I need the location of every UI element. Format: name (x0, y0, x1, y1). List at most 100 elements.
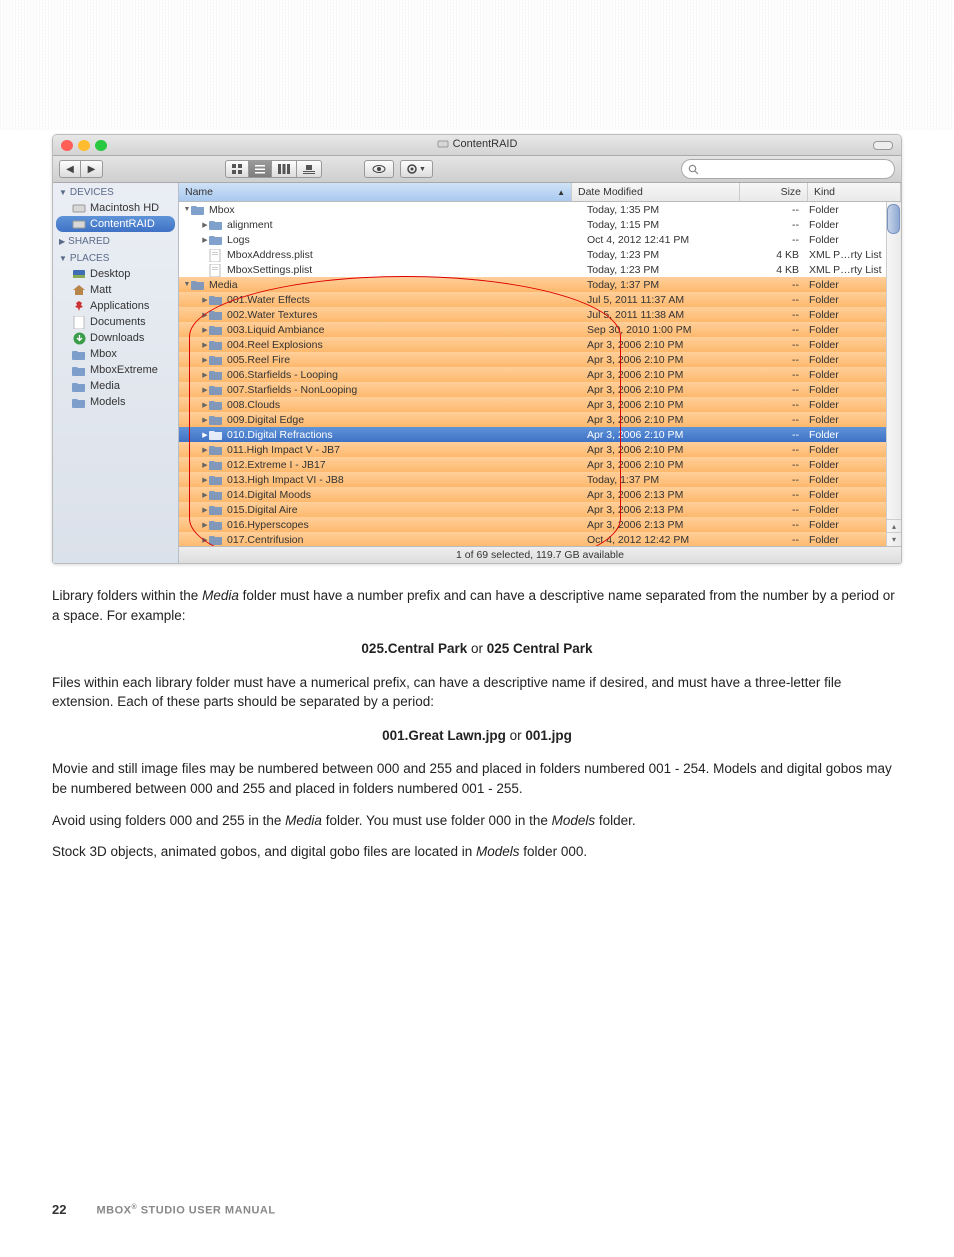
file-row[interactable]: MboxSettings.plistToday, 1:23 PM4 KBXML … (179, 262, 901, 277)
file-row[interactable]: ▶008.CloudsApr 3, 2006 2:10 PM--Folder (179, 397, 901, 412)
back-button[interactable]: ◀ (59, 160, 81, 178)
sidebar-item[interactable]: Models (56, 394, 175, 410)
file-size: -- (748, 384, 809, 396)
file-row[interactable]: ▶002.Water TexturesJul 5, 2011 11:38 AM-… (179, 307, 901, 322)
disclosure-triangle-icon[interactable]: ▶ (201, 221, 209, 229)
disclosure-triangle-icon[interactable]: ▶ (201, 356, 209, 364)
file-row[interactable]: ▶016.HyperscopesApr 3, 2006 2:13 PM--Fol… (179, 517, 901, 532)
zoom-button[interactable] (95, 140, 107, 151)
file-row[interactable]: ▶014.Digital MoodsApr 3, 2006 2:13 PM--F… (179, 487, 901, 502)
disclosure-triangle-icon[interactable]: ▶ (201, 521, 209, 529)
file-row[interactable]: ▶LogsOct 4, 2012 12:41 PM--Folder (179, 232, 901, 247)
file-row[interactable]: ▶017.CentrifusionOct 4, 2012 12:42 PM--F… (179, 532, 901, 546)
coverflow-view-button[interactable] (297, 160, 322, 178)
sidebar-item[interactable]: Applications (56, 298, 175, 314)
folder-icon (209, 399, 223, 410)
file-row[interactable]: ▶alignmentToday, 1:15 PM--Folder (179, 217, 901, 232)
disclosure-triangle-icon[interactable]: ▶ (201, 341, 209, 349)
forward-button[interactable]: ▶ (81, 160, 103, 178)
sidebar-item[interactable]: Mbox (56, 346, 175, 362)
sidebar-item[interactable]: Documents (56, 314, 175, 330)
file-name: 011.High Impact V - JB7 (227, 444, 340, 456)
disclosure-triangle-icon[interactable]: ▶ (201, 536, 209, 544)
folder-icon (72, 380, 86, 392)
quicklook-button[interactable] (364, 160, 394, 178)
sidebar-section-header[interactable]: ▼PLACES (53, 249, 178, 266)
scroll-thumb[interactable] (887, 204, 900, 234)
disclosure-triangle-icon[interactable]: ▶ (201, 476, 209, 484)
close-button[interactable] (61, 140, 73, 151)
file-row[interactable]: ▶009.Digital EdgeApr 3, 2006 2:10 PM--Fo… (179, 412, 901, 427)
file-size: -- (748, 339, 809, 351)
disclosure-triangle-icon[interactable]: ▶ (201, 431, 209, 439)
sidebar-item-label: Matt (90, 284, 111, 296)
file-row[interactable]: ▶004.Reel ExplosionsApr 3, 2006 2:10 PM-… (179, 337, 901, 352)
file-row[interactable]: MboxAddress.plistToday, 1:23 PM4 KBXML P… (179, 247, 901, 262)
icon-view-button[interactable] (225, 160, 249, 178)
sidebar-item[interactable]: MboxExtreme (56, 362, 175, 378)
column-date[interactable]: Date Modified (572, 183, 740, 201)
sidebar-section-header[interactable]: ▶SHARED (53, 232, 178, 249)
disclosure-triangle-icon[interactable]: ▼ (183, 206, 191, 213)
file-row[interactable]: ▶013.High Impact VI - JB8Today, 1:37 PM-… (179, 472, 901, 487)
file-size: -- (748, 234, 809, 246)
file-row[interactable]: ▶007.Starfields - NonLoopingApr 3, 2006 … (179, 382, 901, 397)
sidebar-item[interactable]: ContentRAID (56, 216, 175, 232)
column-name[interactable]: Name▲ (179, 183, 572, 201)
disclosure-triangle-icon[interactable]: ▶ (201, 416, 209, 424)
folder-icon (209, 234, 223, 245)
disclosure-triangle-icon[interactable]: ▶ (201, 311, 209, 319)
file-size: -- (748, 219, 809, 231)
file-row[interactable]: ▶012.Extreme I - JB17Apr 3, 2006 2:10 PM… (179, 457, 901, 472)
folder-icon (209, 414, 223, 425)
folder-icon (72, 364, 86, 376)
file-name: 013.High Impact VI - JB8 (227, 474, 344, 486)
column-view-button[interactable] (272, 160, 297, 178)
sidebar-item[interactable]: Matt (56, 282, 175, 298)
file-row[interactable]: ▶001.Water EffectsJul 5, 2011 11:37 AM--… (179, 292, 901, 307)
disclosure-triangle-icon[interactable]: ▶ (201, 386, 209, 394)
file-name: 012.Extreme I - JB17 (227, 459, 326, 471)
paragraph: Avoid using folders 000 and 255 in the M… (52, 811, 902, 831)
file-row[interactable]: ▶006.Starfields - LoopingApr 3, 2006 2:1… (179, 367, 901, 382)
toolbar-pill-button[interactable] (873, 141, 893, 150)
minimize-button[interactable] (78, 140, 90, 151)
scroll-down-icon[interactable]: ▾ (887, 532, 901, 546)
sidebar-item[interactable]: Downloads (56, 330, 175, 346)
sidebar-item[interactable]: Desktop (56, 266, 175, 282)
disclosure-triangle-icon[interactable]: ▶ (201, 446, 209, 454)
file-size: -- (748, 474, 809, 486)
action-button[interactable]: ▼ (400, 160, 433, 178)
list-view-button[interactable] (249, 160, 272, 178)
column-size[interactable]: Size (740, 183, 808, 201)
disclosure-triangle-icon[interactable]: ▶ (201, 506, 209, 514)
paragraph: Stock 3D objects, animated gobos, and di… (52, 842, 902, 862)
column-kind[interactable]: Kind (808, 183, 901, 201)
file-row[interactable]: ▶015.Digital AireApr 3, 2006 2:13 PM--Fo… (179, 502, 901, 517)
disclosure-triangle-icon[interactable]: ▶ (201, 326, 209, 334)
file-row[interactable]: ▶010.Digital RefractionsApr 3, 2006 2:10… (179, 427, 901, 442)
file-name: 010.Digital Refractions (227, 429, 333, 441)
search-field[interactable] (681, 159, 895, 179)
file-row[interactable]: ▶003.Liquid AmbianceSep 30, 2010 1:00 PM… (179, 322, 901, 337)
file-row[interactable]: ▶011.High Impact V - JB7Apr 3, 2006 2:10… (179, 442, 901, 457)
sidebar-item[interactable]: Macintosh HD (56, 200, 175, 216)
scrollbar[interactable]: ▴ ▾ (886, 202, 901, 546)
sidebar-item[interactable]: Media (56, 378, 175, 394)
disclosure-triangle-icon[interactable]: ▼ (183, 281, 191, 288)
file-row[interactable]: ▶005.Reel FireApr 3, 2006 2:10 PM--Folde… (179, 352, 901, 367)
file-date: Apr 3, 2006 2:10 PM (587, 354, 748, 366)
disclosure-triangle-icon[interactable]: ▶ (201, 461, 209, 469)
disclosure-triangle-icon[interactable]: ▶ (201, 401, 209, 409)
folder-icon (209, 309, 223, 320)
scroll-up-icon[interactable]: ▴ (887, 519, 901, 533)
file-row[interactable]: ▼MediaToday, 1:37 PM--Folder (179, 277, 901, 292)
file-row[interactable]: ▼MboxToday, 1:35 PM--Folder (179, 202, 901, 217)
disclosure-triangle-icon[interactable]: ▶ (201, 296, 209, 304)
sidebar-section-header[interactable]: ▼DEVICES (53, 183, 178, 200)
file-name: 016.Hyperscopes (227, 519, 309, 531)
disclosure-triangle-icon[interactable]: ▶ (201, 236, 209, 244)
disclosure-triangle-icon[interactable]: ▶ (201, 491, 209, 499)
disclosure-triangle-icon[interactable]: ▶ (201, 371, 209, 379)
file-kind: Folder (809, 309, 889, 321)
